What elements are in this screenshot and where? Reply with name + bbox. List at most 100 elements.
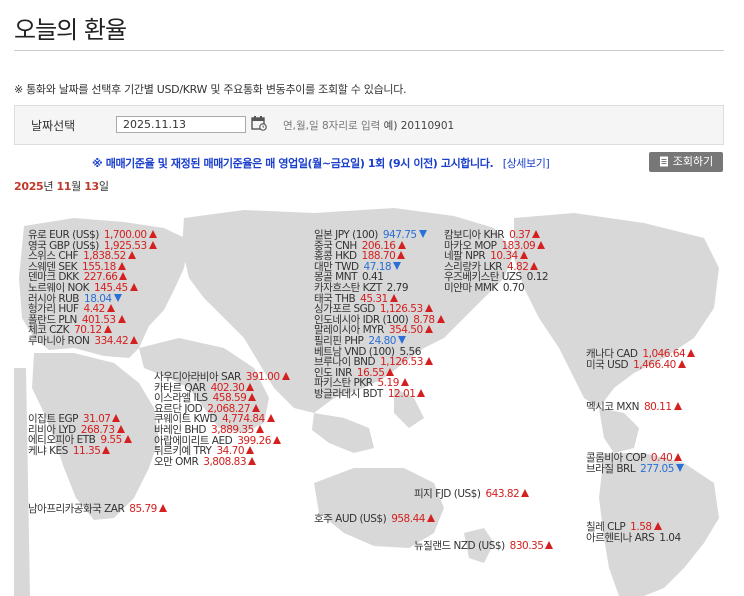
up-arrow-icon — [119, 272, 128, 281]
currency-rate-row[interactable]: 브라질 BRL 277.05 — [586, 462, 684, 475]
currency-name: 미국 USD — [586, 358, 629, 371]
new-zealand-rates: 뉴질랜드 NZD (US$) 830.35 — [414, 540, 554, 552]
up-arrow-icon — [537, 240, 546, 249]
up-arrow-icon — [248, 393, 257, 402]
up-arrow-icon — [129, 282, 138, 291]
south-asia-rates: 캄보디아 KHR 0.37 마카오 MOP 183.09 네팔 NPR 10.34 스리랑카… — [444, 230, 549, 294]
currency-rate-value: 11.35 — [72, 444, 101, 457]
up-arrow-icon — [521, 489, 530, 497]
hint-text: 연,월,일 8자리로 입력 — [283, 120, 381, 132]
currency-rate-row[interactable]: 멕시코 MXN 80.11 — [586, 402, 682, 413]
down-arrow-icon — [113, 293, 122, 302]
calendar-icon[interactable] — [251, 115, 267, 131]
australia-rates: 호주 AUD (US$) 958.44 — [314, 514, 435, 525]
up-arrow-icon — [532, 230, 541, 238]
up-arrow-icon — [674, 453, 683, 461]
currency-rate-value: 958.44 — [391, 513, 425, 525]
currency-rate-value: 277.05 — [640, 462, 674, 475]
north-america-rates: 캐나다 CAD 1,046.64 미국 USD 1,466.40 — [586, 349, 696, 371]
up-arrow-icon — [653, 522, 662, 530]
currency-name: 방글라데시 BDT — [314, 387, 383, 400]
up-arrow-icon — [103, 325, 112, 334]
notice-text: ※ 통화와 날짜를 선택후 기간별 USD/KRW 및 주요통화 변동추이를 조… — [14, 83, 407, 96]
up-arrow-icon — [117, 261, 126, 270]
currency-rate-row[interactable]: 남아프리카공화국 ZAR 85.79 — [28, 504, 167, 515]
date-day: 13 — [84, 180, 99, 193]
currency-name: 멕시코 MXN — [586, 401, 639, 413]
up-arrow-icon — [530, 261, 539, 270]
currency-name: 케냐 KES — [28, 444, 68, 457]
currency-rate-row[interactable]: 뉴질랜드 NZD (US$) 830.35 — [414, 540, 554, 552]
currency-rate-row[interactable]: 미얀마 MMK 0.70 — [444, 283, 548, 294]
up-arrow-icon — [424, 304, 433, 313]
currency-rate-value: 9.55 — [100, 434, 122, 447]
currency-rate-row[interactable]: 피지 FJD (US$) 643.82 — [414, 488, 530, 500]
date-input[interactable] — [116, 116, 246, 133]
europe-rates: 유로 EUR (US$) 1,700.00 영국 GBP (US$) 1,925.53… — [28, 230, 157, 347]
up-arrow-icon — [426, 514, 435, 522]
page-title: 오늘의 환율 — [14, 16, 127, 44]
currency-rate-value: 391.00 — [245, 371, 280, 383]
up-arrow-icon — [424, 357, 433, 366]
up-arrow-icon — [123, 435, 132, 444]
up-arrow-icon — [117, 314, 126, 323]
up-arrow-icon — [246, 446, 254, 455]
up-arrow-icon — [424, 325, 433, 334]
up-arrow-icon — [130, 335, 139, 344]
rates-date-heading: 2025년 11월 13일 — [14, 178, 109, 194]
currency-rate-row[interactable]: 미국 USD 1,466.40 — [586, 358, 695, 371]
down-arrow-icon — [397, 335, 406, 344]
up-arrow-icon — [673, 402, 682, 410]
currency-rate-value: 80.11 — [643, 401, 672, 413]
fiji-rates: 피지 FJD (US$) 643.82 — [414, 488, 530, 500]
date-year: 2025 — [14, 180, 44, 193]
up-arrow-icon — [255, 424, 264, 433]
currency-rate-value: 1,126.53 — [380, 356, 423, 369]
up-arrow-icon — [116, 424, 125, 433]
currency-name: 아르헨티나 ARS — [586, 531, 655, 544]
currency-rate-value: 0.70 — [502, 281, 525, 294]
currency-rate-row[interactable]: 루마니아 RON 334.42 — [28, 336, 157, 347]
hint-example: 예) 20110901 — [383, 120, 455, 132]
up-arrow-icon — [397, 240, 406, 249]
up-arrow-icon — [519, 251, 528, 260]
up-arrow-icon — [386, 367, 395, 376]
announcement-text: ※ 매매기준율 및 재정된 매매기준율은 매 영업일(월~금요일) 1회 (9시… — [92, 157, 494, 170]
up-arrow-icon — [148, 240, 157, 249]
date-search-panel: 날짜선택 연,월,일 8자리로 입력 예) 20110901 — [14, 105, 724, 145]
up-arrow-icon — [102, 445, 111, 454]
south-africa-rates: 남아프리카공화국 ZAR 85.79 — [28, 504, 167, 515]
world-rates-map: 유로 EUR (US$) 1,700.00 영국 GBP (US$) 1,925.53… — [14, 198, 724, 596]
currency-rate-row[interactable]: 호주 AUD (US$) 958.44 — [314, 514, 435, 525]
currency-rate-value: 2.79 — [386, 281, 409, 294]
up-arrow-icon — [158, 504, 167, 512]
up-arrow-icon — [397, 251, 406, 260]
currency-rate-value: 1.04 — [659, 531, 681, 544]
currency-rate-row[interactable]: 아르헨티나 ARS 1.04 — [586, 531, 681, 544]
up-arrow-icon — [127, 251, 136, 260]
currency-name: 호주 AUD (US$) — [314, 513, 387, 525]
currency-rate-row[interactable]: 방글라데시 BDT 12.01 — [314, 389, 445, 400]
detail-link[interactable]: [상세보기] — [503, 157, 550, 170]
up-arrow-icon — [281, 372, 290, 380]
up-arrow-icon — [112, 414, 121, 422]
document-icon — [659, 156, 668, 167]
up-arrow-icon — [252, 403, 261, 412]
up-arrow-icon — [248, 456, 257, 465]
lookup-button[interactable]: 조회하기 — [649, 152, 723, 172]
mexico-rates: 멕시코 MXN 80.11 — [586, 402, 682, 413]
date-select-label: 날짜선택 — [31, 119, 76, 133]
up-arrow-icon — [272, 435, 281, 444]
date-year-unit: 년 — [43, 180, 54, 193]
currency-rate-row[interactable]: 오만 OMR 3,808.83 — [154, 456, 290, 468]
currency-name: 뉴질랜드 NZD (US$) — [414, 540, 505, 552]
east-asia-rates: 일본 JPY (100) 947.75 중국 CNH 206.16 홍콩 HKD 188.… — [314, 230, 445, 400]
up-arrow-icon — [106, 304, 115, 313]
down-arrow-icon — [675, 463, 684, 472]
up-arrow-icon — [148, 230, 157, 238]
up-arrow-icon — [436, 314, 445, 323]
currency-name: 피지 FJD (US$) — [414, 488, 481, 500]
currency-rate-row[interactable]: 케냐 KES 11.35 — [28, 444, 132, 457]
up-arrow-icon — [545, 541, 554, 549]
up-arrow-icon — [417, 388, 426, 397]
